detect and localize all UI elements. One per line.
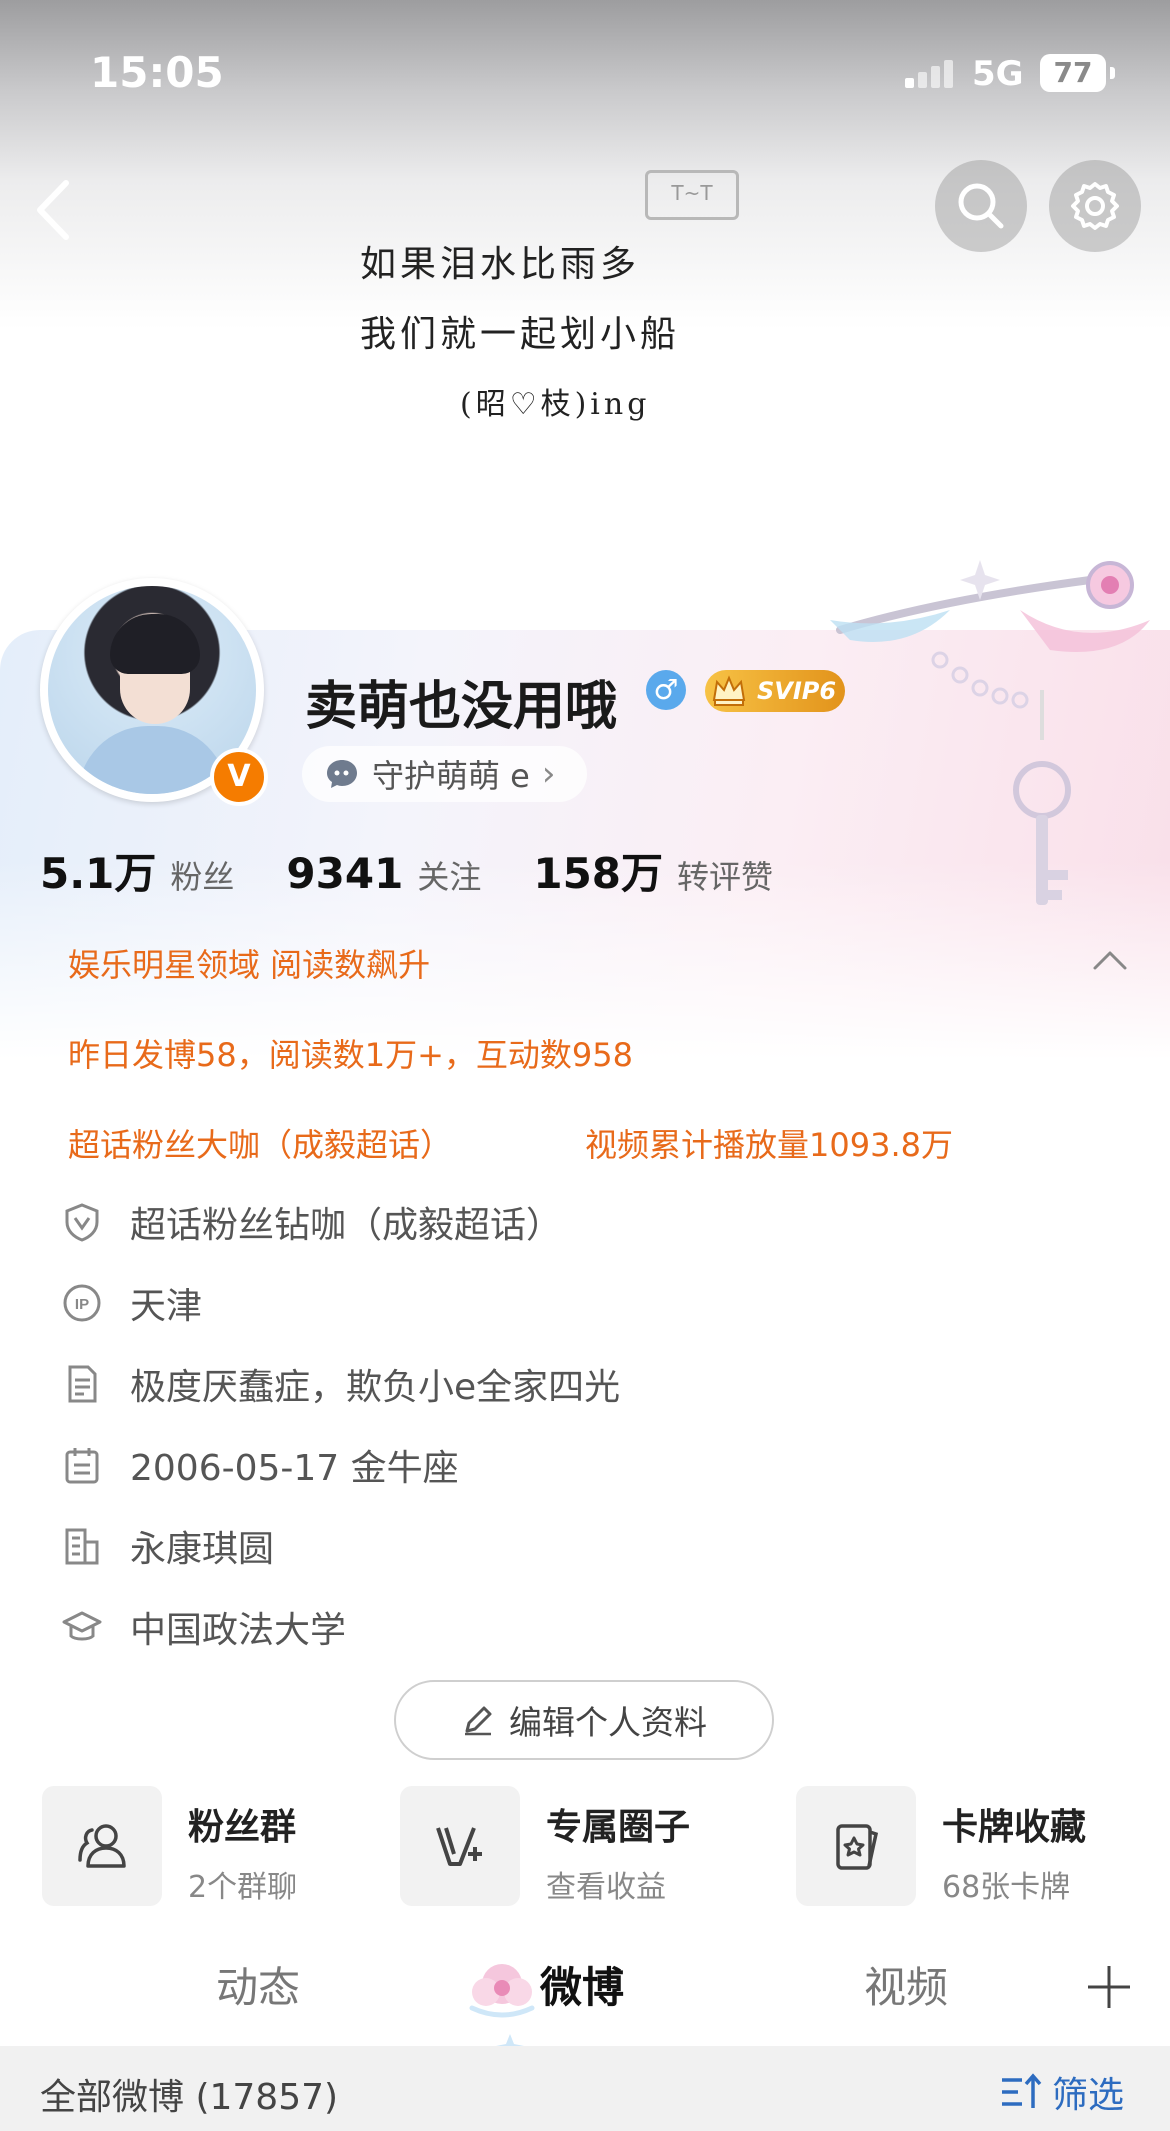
filter-button[interactable]: 筛选 <box>1000 2066 1124 2118</box>
back-arrow-icon <box>37 180 69 240</box>
status-bar: 15:05 5G 77 <box>0 40 1170 110</box>
calendar-icon <box>65 1448 99 1484</box>
search-button[interactable] <box>935 160 1027 252</box>
svip-badge[interactable]: SVIP6 <box>705 670 845 712</box>
info-row-school: 中国政法大学 <box>62 1599 346 1655</box>
pencil-icon <box>465 1706 492 1736</box>
info-text: 天津 <box>130 1286 203 1327</box>
svg-text:IP: IP <box>75 1296 89 1313</box>
entry-subtitle: 68张卡牌 <box>942 1870 1071 1905</box>
group-icon <box>78 1824 126 1868</box>
filter-label: 筛选 <box>1052 2075 1125 2116</box>
info-row-birthday: 2006-05-17 金牛座 <box>62 1437 459 1493</box>
plus-icon[interactable] <box>1086 1964 1132 2010</box>
entry-subtitle: 2个群聊 <box>188 1870 298 1905</box>
circle-v-plus-icon <box>436 1827 482 1866</box>
entry-title: 专属圈子 <box>546 1807 691 1848</box>
battery-cap <box>1110 67 1115 79</box>
info-row-company: 永康琪圆 <box>62 1518 274 1574</box>
search-icon <box>958 183 1004 229</box>
back-button[interactable] <box>30 175 80 245</box>
verified-badge: V <box>210 748 268 806</box>
cover-handwriting: 如果泪水比雨多 我们就一起划小船 (昭♡枝)ing <box>360 230 810 440</box>
graduation-cap-icon <box>62 1611 102 1641</box>
filter-bar: 全部微博 (17857) 筛选 <box>0 2046 1170 2131</box>
cover-line-3: (昭♡枝)ing <box>460 387 651 422</box>
gear-icon <box>1071 182 1119 230</box>
info-text: 永康琪圆 <box>130 1529 275 1570</box>
stat-engagement[interactable]: 158万 转评赞 <box>533 840 773 901</box>
stat-value: 158万 <box>533 849 664 898</box>
entry-icon-box <box>400 1786 520 1906</box>
entry-icon-box <box>796 1786 916 1906</box>
network-type: 5G <box>972 54 1024 94</box>
highlight-video-plays[interactable]: 视频累计播放量1093.8万 <box>585 1120 953 1166</box>
info-text: 超话粉丝钻咖（成毅超话） <box>130 1205 563 1246</box>
stat-label: 粉丝 <box>170 858 235 896</box>
status-time: 15:05 <box>90 48 224 97</box>
info-text: 2006-05-17 金牛座 <box>130 1448 459 1489</box>
tab-weibo[interactable]: 微博 <box>540 1954 624 2015</box>
filter-icon <box>1002 2073 1042 2108</box>
chevron-right-icon: › <box>541 754 556 794</box>
info-row-bio: 极度厌蠢症，欺负小e全家四光 <box>62 1356 620 1412</box>
crown-icon <box>712 675 746 706</box>
highlight-supertopic[interactable]: 超话粉丝大咖（成毅超话） <box>68 1120 452 1166</box>
all-posts-count: 全部微博 (17857) <box>40 2077 339 2118</box>
tab-video[interactable]: 视频 <box>864 1954 948 2015</box>
info-text: 中国政法大学 <box>130 1610 347 1651</box>
stat-label: 转评赞 <box>677 858 774 896</box>
settings-button[interactable] <box>1049 160 1141 252</box>
content-tabs: 动态 微博 视频 <box>0 1940 1170 2060</box>
entry-title: 卡牌收藏 <box>942 1807 1087 1848</box>
stat-value: 9341 <box>286 849 404 898</box>
profile-stats: 5.1万 粉丝 9341 关注 158万 转评赞 <box>40 840 825 901</box>
guard-pill[interactable]: 守护萌萌 e › <box>302 746 588 802</box>
edit-profile-label: 编辑个人资料 <box>509 1703 707 1742</box>
entry-exclusive-circle[interactable]: 专属圈子 查看收益 <box>400 1786 690 1906</box>
info-row-supertopic: 超话粉丝钻咖（成毅超话） <box>62 1194 562 1250</box>
profile-name: 卖萌也没用哦 <box>305 677 618 737</box>
stat-label: 关注 <box>417 858 482 896</box>
magic-wand-decoration <box>830 560 1150 905</box>
highlight-domain[interactable]: 娱乐明星领域 阅读数飙升 <box>68 940 430 986</box>
cover-line-1: 如果泪水比雨多 <box>360 244 641 285</box>
stat-value: 5.1万 <box>40 849 157 898</box>
edit-profile-button[interactable]: 编辑个人资料 <box>394 1680 774 1760</box>
male-icon: ♂ <box>646 670 686 710</box>
cover-doodle: T~T <box>645 170 739 220</box>
chat-bubble-icon <box>327 760 357 788</box>
cover-line-2: 我们就一起划小船 <box>360 314 681 355</box>
info-text: 极度厌蠢症，欺负小e全家四光 <box>130 1367 621 1408</box>
shield-v-icon <box>65 1203 99 1242</box>
building-icon <box>65 1528 99 1565</box>
stat-followers[interactable]: 5.1万 粉丝 <box>40 840 234 901</box>
entry-card-collection[interactable]: 卡牌收藏 68张卡牌 <box>796 1786 1086 1906</box>
entry-subtitle: 查看收益 <box>546 1870 666 1905</box>
ip-icon: IP <box>63 1284 101 1322</box>
entry-icon-box <box>42 1786 162 1906</box>
stat-following[interactable]: 9341 关注 <box>286 849 481 898</box>
guard-label: 守护萌萌 e <box>372 757 530 795</box>
entry-title: 粉丝群 <box>188 1807 297 1848</box>
tab-dynamics[interactable]: 动态 <box>216 1954 300 2015</box>
document-icon <box>68 1365 97 1403</box>
svip-label: SVIP6 <box>757 677 837 705</box>
entry-fan-group[interactable]: 粉丝群 2个群聊 <box>42 1786 297 1906</box>
info-row-ip: IP 天津 <box>62 1275 202 1331</box>
card-star-icon <box>836 1824 879 1870</box>
highlight-yesterday[interactable]: 昨日发博58，阅读数1万+，互动数958 <box>68 1030 633 1076</box>
battery-icon: 77 <box>1040 54 1106 92</box>
chevron-up-icon[interactable] <box>1092 948 1128 972</box>
